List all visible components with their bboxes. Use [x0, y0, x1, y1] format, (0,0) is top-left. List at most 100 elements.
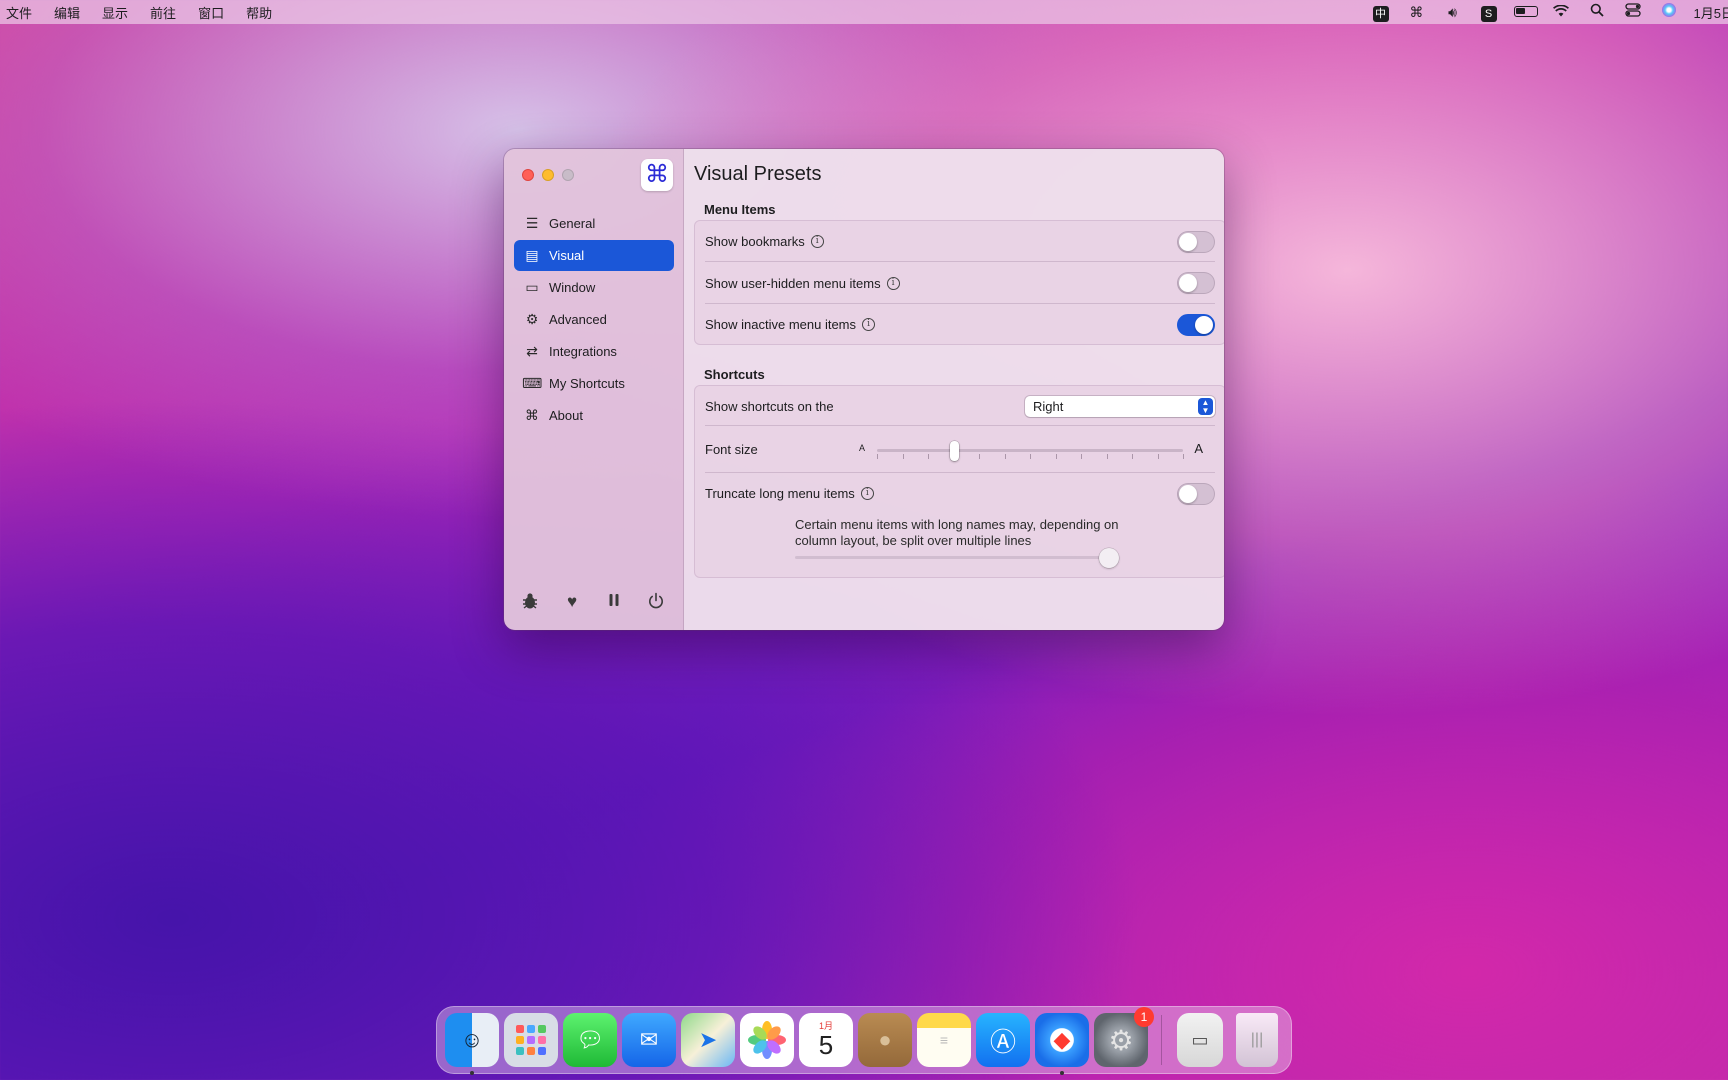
- show-bookmarks-toggle[interactable]: [1177, 230, 1215, 253]
- dock-contacts[interactable]: ●: [858, 1013, 912, 1067]
- envelope-icon: ✉: [639, 1027, 659, 1052]
- dock-system-preferences[interactable]: ⚙ 1: [1094, 1007, 1154, 1067]
- truncate-slider-track: [795, 556, 1107, 559]
- trash-icon: |||: [1250, 1031, 1264, 1048]
- dock-trash[interactable]: |||: [1236, 1013, 1278, 1067]
- close-button[interactable]: [522, 169, 534, 181]
- dock-separator: [1161, 1015, 1162, 1065]
- slider-tick: [1183, 454, 1184, 459]
- dock-app-store[interactable]: Ⓐ: [976, 1013, 1030, 1067]
- sidebar-item-about[interactable]: ⌘ About: [514, 400, 674, 431]
- sidebar-item-label: Advanced: [549, 312, 607, 327]
- general-list-icon: ☰: [525, 215, 539, 231]
- launchpad-icon: [516, 1025, 546, 1055]
- notes-lines-icon: ≡: [939, 1032, 949, 1048]
- heart-icon[interactable]: ♥: [562, 592, 582, 615]
- menu-help[interactable]: 帮助: [246, 3, 272, 22]
- menu-go[interactable]: 前往: [150, 3, 176, 22]
- slider-tick: [928, 454, 929, 459]
- menu-window[interactable]: 窗口: [198, 3, 224, 22]
- menu-items-group: Show bookmarks i Show user-hidden menu i…: [694, 220, 1224, 345]
- font-size-slider-thumb[interactable]: [949, 441, 959, 461]
- map-arrow-icon: ➤: [698, 1027, 718, 1052]
- truncate-slider-thumb[interactable]: [1099, 548, 1119, 568]
- slider-tick: [1004, 454, 1006, 459]
- content-pane: Visual Presets Menu Items Show bookmarks…: [684, 149, 1224, 630]
- siri-icon[interactable]: [1658, 0, 1680, 24]
- dock-maps[interactable]: ➤: [681, 1013, 735, 1067]
- sync-icon[interactable]: S: [1478, 0, 1500, 24]
- sidebar: ⌘ ☰ General ▤ Visual ▭ Window ⚙ Advanced…: [504, 149, 684, 630]
- section-label-shortcuts: Shortcuts: [704, 367, 765, 382]
- truncate-note: Certain menu items with long names may, …: [795, 517, 1119, 548]
- battery-icon[interactable]: [1513, 0, 1538, 24]
- sidebar-item-general[interactable]: ☰ General: [514, 208, 674, 239]
- setting-label: Show user-hidden menu items: [705, 275, 881, 291]
- command-icon: ⌘: [525, 407, 539, 423]
- sidebar-item-my-shortcuts[interactable]: ⌨ My Shortcuts: [514, 368, 674, 399]
- truncate-toggle[interactable]: [1177, 482, 1215, 505]
- zoom-button[interactable]: [562, 169, 574, 181]
- minimize-button[interactable]: [542, 169, 554, 181]
- bug-icon[interactable]: [520, 592, 540, 615]
- spotlight-icon[interactable]: [1586, 0, 1608, 24]
- finder-icon: ☺: [460, 1027, 484, 1052]
- slider-tick: [1081, 454, 1082, 459]
- photos-flower-icon: [748, 1021, 786, 1059]
- sidebar-item-window[interactable]: ▭ Window: [514, 272, 674, 303]
- setting-label: Truncate long menu items: [705, 486, 855, 501]
- dock-finder[interactable]: ☺: [445, 1013, 499, 1075]
- show-inactive-toggle[interactable]: [1177, 313, 1215, 336]
- sidebar-item-label: Window: [549, 280, 596, 295]
- setting-label: Show bookmarks: [705, 234, 805, 249]
- dock-downloads-stack[interactable]: ▭: [1177, 1013, 1223, 1067]
- command-icon[interactable]: ⌘: [1406, 0, 1428, 24]
- sidebar-item-visual[interactable]: ▤ Visual: [514, 240, 674, 271]
- sidebar-footer: ♥: [520, 592, 666, 615]
- dock-mail[interactable]: ✉: [622, 1013, 676, 1067]
- setting-row-show-inactive: Show inactive menu items i: [695, 304, 1224, 345]
- dock-launchpad[interactable]: [504, 1013, 558, 1067]
- menu-view[interactable]: 显示: [102, 3, 128, 22]
- setting-label: Show inactive menu items: [705, 317, 857, 332]
- sidebar-item-label: My Shortcuts: [549, 376, 625, 391]
- sidebar-item-advanced[interactable]: ⚙ Advanced: [514, 304, 674, 335]
- font-size-min-label: A: [859, 443, 866, 453]
- dock-notes[interactable]: ≡: [917, 1013, 971, 1067]
- dock-calendar[interactable]: 1月 5: [799, 1013, 853, 1067]
- sidebar-item-integrations[interactable]: ⇄ Integrations: [514, 336, 674, 367]
- menu-file[interactable]: 文件: [6, 3, 32, 22]
- setting-label: Show shortcuts on the: [705, 398, 834, 414]
- power-icon[interactable]: [646, 592, 666, 615]
- select-value: Right: [1033, 398, 1064, 414]
- slider-tick: [1055, 454, 1057, 459]
- dock-messages[interactable]: 💬︎: [563, 1013, 617, 1067]
- font-size-slider[interactable]: A A: [855, 439, 1205, 461]
- info-icon[interactable]: i: [860, 487, 874, 500]
- dock-photos[interactable]: [740, 1013, 794, 1067]
- menu-edit[interactable]: 编辑: [54, 3, 80, 22]
- shortcut-position-select[interactable]: Right ▲ ▼: [1025, 395, 1215, 417]
- wifi-icon[interactable]: [1550, 0, 1572, 24]
- gears-icon: ⚙: [525, 311, 539, 327]
- menubar-clock[interactable]: 1月5日: [1694, 3, 1728, 22]
- info-icon[interactable]: i: [810, 235, 824, 248]
- dock-safari[interactable]: ◆: [1035, 1013, 1089, 1075]
- info-icon[interactable]: i: [862, 318, 876, 331]
- menu-bar: 文件 编辑 显示 前往 窗口 帮助 中 ⌘ 🔊︎ S 1月5日: [0, 0, 1728, 24]
- setting-label: Font size: [705, 442, 758, 457]
- pause-icon[interactable]: [604, 592, 624, 615]
- show-user-hidden-toggle[interactable]: [1177, 272, 1215, 294]
- sidebar-item-label: General: [549, 216, 596, 231]
- setting-row-show-user-hidden: Show user-hidden menu items i: [695, 262, 1224, 304]
- control-center-icon[interactable]: [1622, 0, 1644, 24]
- volume-icon[interactable]: 🔊︎: [1442, 0, 1464, 24]
- visual-icon: ▤: [525, 247, 539, 263]
- slider-tick: [1157, 454, 1159, 459]
- integrations-icon: ⇄: [526, 343, 538, 359]
- input-method-icon[interactable]: 中: [1370, 0, 1392, 24]
- disk-image-icon: ▭: [1191, 1029, 1209, 1050]
- info-icon[interactable]: i: [886, 276, 900, 290]
- chevron-updown-icon: ▲ ▼: [1198, 397, 1213, 415]
- sidebar-nav: ☰ General ▤ Visual ▭ Window ⚙ Advanced ⇄…: [514, 208, 674, 432]
